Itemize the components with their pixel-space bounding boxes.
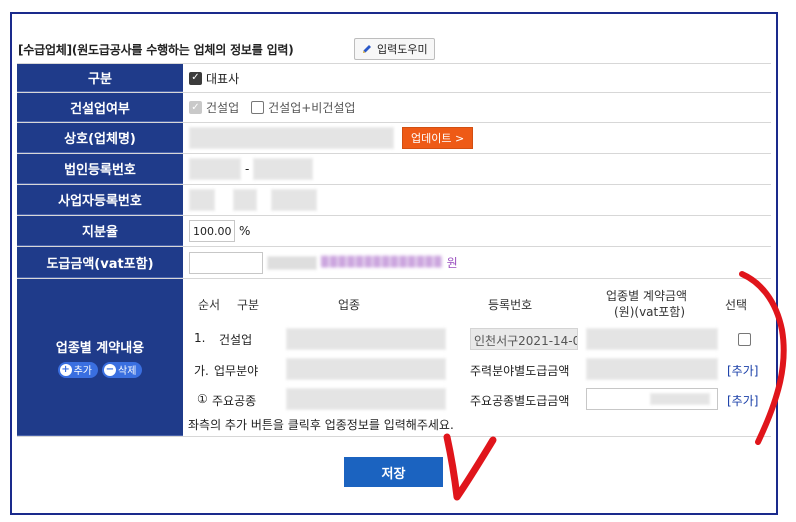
delete-industry-button[interactable]: − 삭제 <box>102 361 143 378</box>
label-division: 구분 <box>17 64 183 92</box>
corp-reg-front-field[interactable] <box>189 158 241 180</box>
add-industry-button[interactable]: + 추가 <box>57 361 98 378</box>
row3-work-select[interactable] <box>286 388 446 410</box>
label-contract: 업종별 계약내용 + 추가 − 삭제 <box>17 279 183 436</box>
company-name-field[interactable] <box>189 127 394 149</box>
label-company-name: 상호(업체명) <box>17 123 183 153</box>
row1-seq: 1. <box>194 331 206 345</box>
row1-select-checkbox[interactable] <box>738 333 751 346</box>
row2-amount-field[interactable] <box>586 358 718 380</box>
contract-label-text: 업종별 계약내용 <box>55 340 145 356</box>
row2-field-select[interactable] <box>286 358 446 380</box>
subcontract-amount-korean: ▒▒▒▒▒▒▒▒▒▒▒▒▒▒ <box>321 257 443 268</box>
row3-seq: ① <box>197 392 208 406</box>
input-helper-button[interactable]: 입력도우미 <box>354 38 435 60</box>
row3-add-link[interactable]: [추가] <box>727 392 758 409</box>
save-button[interactable]: 저장 <box>344 457 443 487</box>
row-company-name: 상호(업체명) 업데이트 > <box>17 123 771 154</box>
construction-plus-label: 건설업+비건설업 <box>268 101 356 115</box>
biz-reg-field-3[interactable] <box>271 189 317 211</box>
row-biz-reg: 사업자등록번호 <box>17 185 771 216</box>
minus-icon: − <box>104 363 116 376</box>
subcontract-amount-input[interactable] <box>189 251 263 274</box>
row1-amount-field[interactable] <box>586 328 718 350</box>
row-construction: 건설업여부 ✓ 건설업 건설업+비건설업 <box>17 93 771 123</box>
label-corp-reg: 법인등록번호 <box>17 154 183 184</box>
header-amount-line1: 업종별 계약금액 <box>606 289 688 303</box>
row2-amount-label: 주력분야별도급금액 <box>470 364 570 378</box>
header-regno: 등록번호 <box>488 298 533 312</box>
input-helper-label: 입력도우미 <box>377 43 428 56</box>
biz-reg-field-2[interactable] <box>233 189 257 211</box>
row2-seq: 가. <box>194 364 209 378</box>
row2-add-link[interactable]: [추가] <box>727 362 758 379</box>
row-share: 지분율 100.00 % <box>17 216 771 247</box>
pencil-icon <box>363 45 371 53</box>
share-input[interactable]: 100.00 <box>189 220 235 242</box>
delete-industry-label: 삭제 <box>118 366 137 377</box>
header-kind: 구분 <box>237 298 260 312</box>
subcontract-amount-blur <box>267 255 317 270</box>
row1-industry-select[interactable] <box>286 328 446 350</box>
representative-label: 대표사 <box>206 71 240 86</box>
section-title: [수급업체](원도급공사를 수행하는 업체의 정보를 입력) <box>18 43 294 57</box>
header-industry: 업종 <box>338 298 361 312</box>
row-corp-reg: 법인등록번호 - <box>17 154 771 185</box>
header-amount-line2: (원)(vat포함) <box>614 305 686 319</box>
row3-amount-blur <box>650 393 710 405</box>
row-subcontract: 도급금액(vat포함) ▒▒▒▒▒▒▒▒▒▒▒▒▒▒ 원 <box>17 247 771 279</box>
row1-kind: 건설업 <box>219 333 253 347</box>
label-biz-reg: 사업자등록번호 <box>17 185 183 215</box>
contract-note: 좌측의 추가 버튼을 클릭후 업종정보를 입력해주세요. <box>188 418 454 432</box>
construction-option-label: 건설업 <box>206 101 240 115</box>
share-unit: % <box>239 224 251 238</box>
add-industry-label: 추가 <box>73 366 92 377</box>
row-division: 구분 ✓ 대표사 <box>17 63 771 93</box>
row1-regno-field[interactable]: 인천서구2021-14-0 <box>470 328 578 350</box>
corp-reg-separator: - <box>245 162 250 176</box>
update-button[interactable]: 업데이트 > <box>402 127 474 149</box>
header-seq: 순서 <box>198 298 221 312</box>
row2-kind: 업무분야 <box>214 364 259 378</box>
biz-reg-field-1[interactable] <box>189 189 215 211</box>
construction-plus-checkbox[interactable] <box>251 101 265 114</box>
plus-icon: + <box>59 363 72 376</box>
label-share: 지분율 <box>17 216 183 246</box>
subcontract-unit: 원 <box>446 256 458 270</box>
construction-checkbox[interactable]: ✓ <box>189 101 202 114</box>
label-subcontract: 도급금액(vat포함) <box>17 247 183 278</box>
representative-checkbox[interactable]: ✓ <box>189 71 202 85</box>
row3-amount-label: 주요공종별도급금액 <box>470 394 570 408</box>
label-construction: 건설업여부 <box>17 93 183 122</box>
corp-reg-back-field[interactable] <box>253 158 314 180</box>
header-select: 선택 <box>725 298 748 312</box>
row3-kind: 주요공종 <box>212 394 257 408</box>
